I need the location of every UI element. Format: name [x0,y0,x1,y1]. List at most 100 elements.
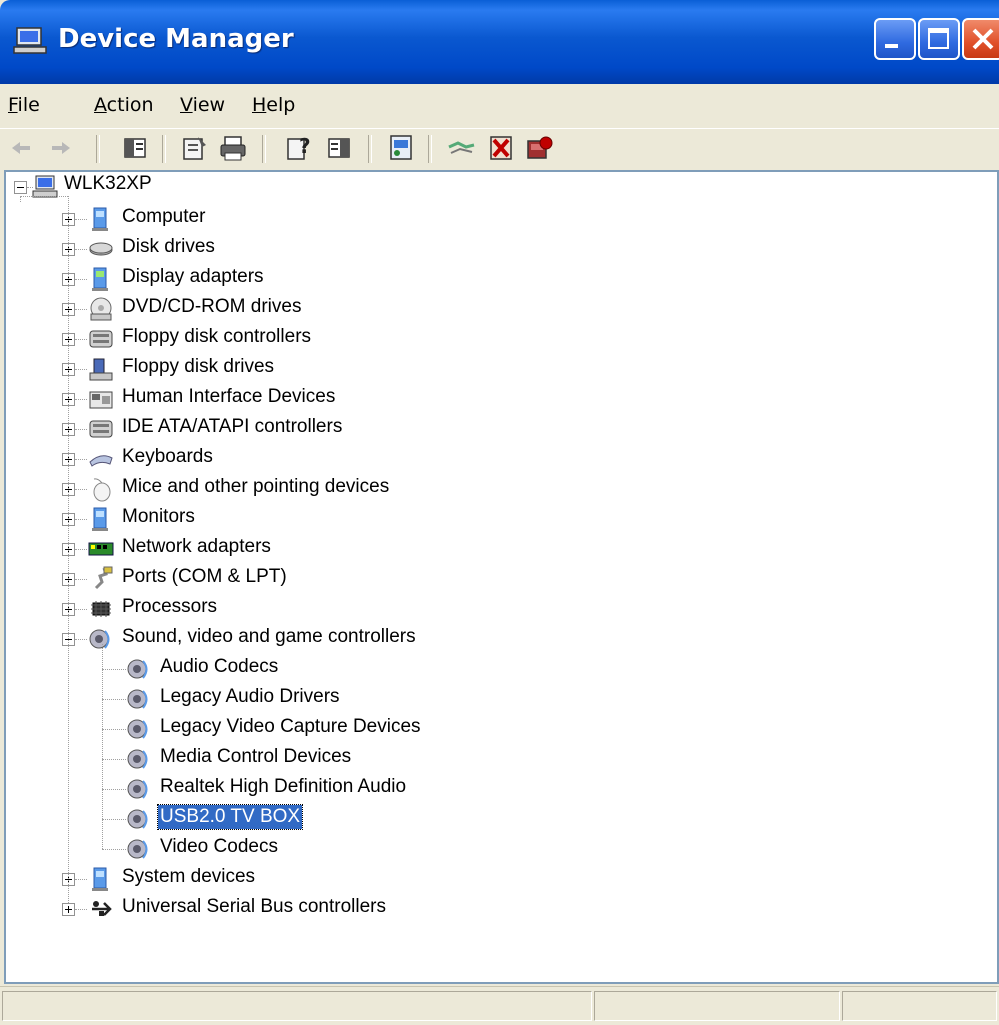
tree-connector [75,549,87,550]
tree-connector [75,279,87,280]
maximize-button[interactable] [918,18,960,60]
sound-device-icon [127,839,148,859]
tree-connector [75,609,87,610]
show-hide-console-tree-icon[interactable] [120,133,150,163]
menu-help[interactable]: Help [250,90,297,120]
dvd-drive-icon [90,297,112,321]
tree-subitem-label[interactable]: Realtek High Definition Audio [158,775,408,799]
disable-icon[interactable] [524,133,554,163]
network-adapter-icon [88,542,114,556]
tree-item-label[interactable]: DVD/CD-ROM drives [120,295,303,319]
tree-item-label[interactable]: Display adapters [120,265,266,289]
tree-subitem-label[interactable]: Audio Codecs [158,655,280,679]
tree-connector [75,369,87,370]
disk-drive-icon [89,242,113,256]
help-icon[interactable]: ? [284,133,314,163]
close-button[interactable] [962,18,999,60]
title-bar[interactable]: Device Manager [0,0,999,84]
tree-item-selected[interactable]: USB2.0 TV BOX [156,804,304,830]
close-icon [972,28,994,50]
back-icon[interactable] [6,133,36,163]
tree-connector [102,789,126,790]
toolbar-separator [428,135,432,163]
tree-connector [102,819,126,820]
print-icon[interactable] [218,133,248,163]
ide-controller-icon [89,420,113,438]
tree-connector [75,909,87,910]
toolbar: ? [0,128,999,169]
tree-root-label[interactable]: WLK32XP [62,172,154,196]
tree-item-label[interactable]: Mice and other pointing devices [120,475,391,499]
tree-item-label[interactable]: System devices [120,865,257,889]
floppy-drive-icon [89,358,113,381]
update-driver-icon[interactable] [446,133,476,163]
tree-item-label[interactable]: IDE ATA/ATAPI controllers [120,415,344,439]
minimize-button[interactable] [874,18,916,60]
svg-text:?: ? [299,134,311,158]
toolbar-separator [262,135,266,163]
tree-connector [75,459,87,460]
tree-connector [20,196,68,197]
menu-view[interactable]: View [178,90,227,120]
tree-connector [68,196,69,903]
tree-subitem-label[interactable]: Video Codecs [158,835,280,859]
tree-connector [102,669,126,670]
tree-connector [75,519,87,520]
processor-icon [91,601,111,617]
device-tree[interactable]: WLK32XP Computer Disk drives Display adapt… [4,170,999,984]
tree-item-label[interactable]: Human Interface Devices [120,385,337,409]
device-manager-window: Device Manager File Action View Help ? W… [0,0,999,1025]
tree-subitem-label[interactable]: Legacy Audio Drivers [158,685,342,709]
display-adapter-icon [92,267,108,291]
collapse-root-icon[interactable] [14,181,27,194]
tree-subitem-label[interactable]: Legacy Video Capture Devices [158,715,423,739]
tree-item-label[interactable]: Floppy disk controllers [120,325,313,349]
maximize-icon [928,28,949,49]
scan-hardware-icon[interactable] [386,133,416,163]
status-cell-secondary [594,991,840,1021]
tree-connector [75,429,87,430]
tree-item-label[interactable]: Network adapters [120,535,273,559]
tree-connector [75,639,87,640]
tree-connector [75,879,87,880]
monitor-icon [92,507,108,531]
toolbar-separator [96,135,100,163]
tree-subitem-label[interactable]: Media Control Devices [158,745,353,769]
expand-usb-icon[interactable] [62,903,75,916]
tree-item-label[interactable]: Universal Serial Bus controllers [120,895,388,919]
tree-connector [102,699,126,700]
tree-item-label[interactable]: Processors [120,595,219,619]
tree-connector [75,339,87,340]
status-cell-main [2,991,592,1021]
menu-file[interactable]: File [6,90,42,120]
menu-action[interactable]: Action [92,90,156,120]
sound-device-icon [127,689,148,709]
tree-connector [102,849,126,850]
tree-connector [102,644,103,849]
tree-item-label[interactable]: Keyboards [120,445,215,469]
tree-connector [102,759,126,760]
uninstall-icon[interactable] [486,133,516,163]
port-icon [94,566,113,590]
forward-icon[interactable] [46,133,76,163]
sound-device-icon [127,809,148,829]
tree-item-label[interactable]: Ports (COM & LPT) [120,565,289,589]
show-hide-action-pane-icon[interactable] [324,133,354,163]
toolbar-separator [368,135,372,163]
toolbar-separator [162,135,166,163]
tree-connector [75,489,87,490]
hid-icon [89,391,113,409]
tree-item-label[interactable]: Monitors [120,505,197,529]
tree-item-label[interactable]: Computer [120,205,207,229]
tree-connector [75,219,87,220]
tree-item-label[interactable]: Floppy disk drives [120,355,276,379]
tree-item-label[interactable]: Sound, video and game controllers [120,625,418,649]
status-cell-tertiary [842,991,997,1021]
sound-icon [89,629,110,649]
menu-bar: File Action View Help [0,84,999,128]
sound-device-icon [127,779,148,799]
properties-icon[interactable] [180,133,210,163]
tree-connector [102,729,126,730]
device-manager-icon [13,27,47,54]
tree-item-label[interactable]: Disk drives [120,235,217,259]
